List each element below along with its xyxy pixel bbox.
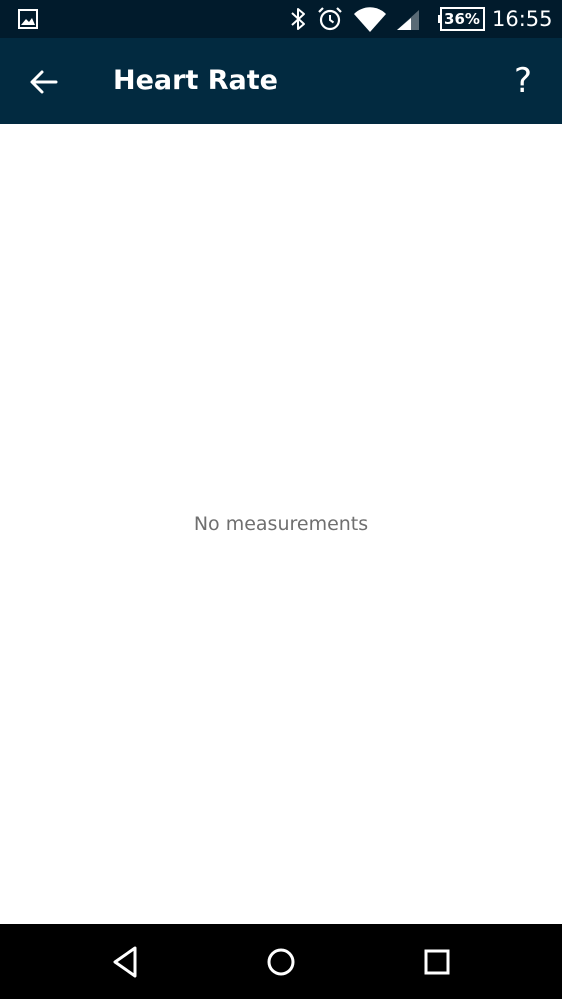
empty-state-message: No measurements — [193, 513, 369, 535]
nav-back-icon — [113, 946, 137, 978]
nav-home-icon — [267, 948, 295, 976]
app-bar: Heart Rate ? — [0, 38, 562, 124]
status-bar: 36% 16:55 — [0, 0, 562, 38]
status-time: 16:55 — [492, 7, 553, 31]
gallery-icon — [18, 9, 38, 29]
nav-recents-button[interactable] — [413, 938, 461, 986]
nav-recents-icon — [424, 949, 450, 975]
main-content: No measurements — [0, 124, 562, 924]
battery-percentage: 36% — [444, 10, 480, 28]
navigation-bar — [0, 924, 562, 999]
cell-signal-icon — [397, 10, 419, 30]
help-icon: ? — [513, 61, 533, 101]
wifi-icon — [354, 7, 386, 32]
bluetooth-icon — [291, 8, 305, 30]
nav-home-button[interactable] — [257, 938, 305, 986]
alarm-icon — [318, 7, 342, 31]
help-button[interactable]: ? — [500, 58, 546, 104]
arrow-left-icon — [30, 70, 58, 94]
page-title: Heart Rate — [113, 65, 278, 96]
nav-back-button[interactable] — [101, 938, 149, 986]
back-button[interactable] — [20, 60, 68, 104]
